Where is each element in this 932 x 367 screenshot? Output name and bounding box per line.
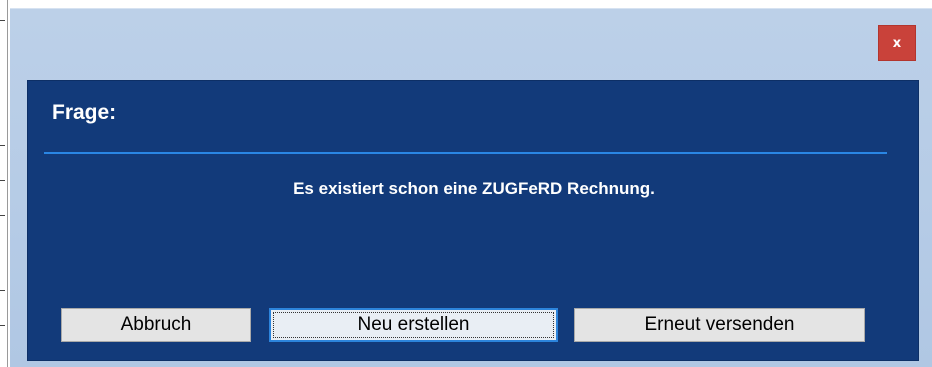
resend-button[interactable]: Erneut versenden (574, 308, 865, 342)
close-button[interactable]: x (878, 25, 916, 61)
create-new-button-label: Neu erstellen (357, 314, 470, 335)
dialog-title: Frage: (52, 101, 117, 124)
cancel-button[interactable]: Abbruch (61, 308, 251, 342)
edge-tick (0, 325, 5, 326)
edge-tick (0, 145, 5, 146)
cancel-button-label: Abbruch (120, 314, 192, 335)
title-divider (44, 152, 887, 154)
background-window-edge (0, 0, 8, 367)
create-new-button[interactable]: Neu erstellen (269, 308, 558, 342)
resend-button-label: Erneut versenden (644, 314, 795, 335)
edge-tick (0, 215, 5, 216)
edge-tick (0, 290, 5, 291)
edge-tick (0, 180, 5, 181)
dialog-message: Es existiert schon eine ZUGFeRD Rechnung… (293, 179, 655, 198)
dialog-window: x Frage: Es existiert schon eine ZUGFeRD… (10, 8, 932, 367)
dialog-panel: Frage: Es existiert schon eine ZUGFeRD R… (27, 80, 919, 361)
edge-tick (0, 20, 5, 21)
